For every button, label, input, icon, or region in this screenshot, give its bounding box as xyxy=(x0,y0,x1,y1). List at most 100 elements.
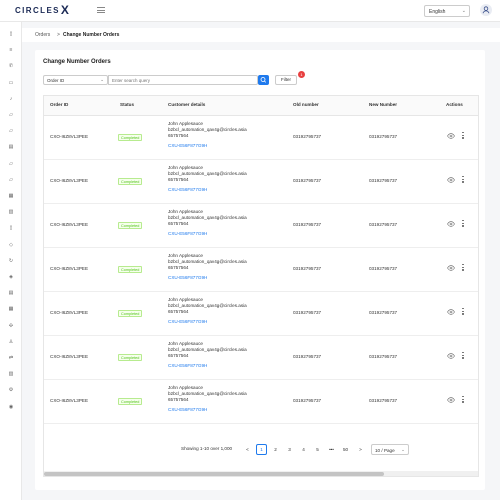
table-row: CXO-I6Z8VL3PEE Completed John Applesauce b2… xyxy=(44,248,478,292)
more-vertical-icon[interactable] xyxy=(461,176,465,184)
stack-icon[interactable]: ◈ xyxy=(8,274,14,280)
more-vertical-icon[interactable] xyxy=(461,220,465,228)
folder-icon[interactable]: ▱ xyxy=(8,161,14,167)
eye-icon[interactable] xyxy=(447,265,455,271)
refresh-icon[interactable]: ↻ xyxy=(8,258,14,264)
new-number: 03192795737 xyxy=(369,354,398,359)
pagination-ellipsis[interactable]: ••• xyxy=(326,444,337,455)
page-4-button[interactable]: 4 xyxy=(298,444,309,455)
customer-phone: 65757564 xyxy=(168,177,189,183)
customer-id-link[interactable]: CXU-E56F877G9H xyxy=(168,231,247,237)
chevron-down-icon: ⌄ xyxy=(401,447,405,452)
eye-icon[interactable] xyxy=(447,353,455,359)
settings-icon[interactable]: ◉ xyxy=(8,404,14,410)
more-vertical-icon[interactable] xyxy=(461,352,465,360)
table-header: Order ID Status Customer details Old num… xyxy=(44,96,478,116)
folder-icon[interactable]: ▱ xyxy=(8,112,14,118)
customer-phone: 65757564 xyxy=(168,397,189,403)
file-icon[interactable]: ▯ xyxy=(8,225,14,231)
puzzle-icon[interactable]: ✣ xyxy=(8,323,14,329)
breadcrumb-current: Change Number Orders xyxy=(63,32,120,38)
eye-icon[interactable] xyxy=(447,397,455,403)
customer-phone: 65757564 xyxy=(168,265,189,271)
eye-icon[interactable] xyxy=(447,309,455,315)
search-field-select[interactable]: Order ID ⌄ xyxy=(43,75,108,85)
customer-id-link[interactable]: CXU-E56F877G9H xyxy=(168,275,247,281)
eye-icon[interactable] xyxy=(447,221,455,227)
more-vertical-icon[interactable] xyxy=(461,264,465,272)
card-icon[interactable]: ▭ xyxy=(8,80,14,86)
table-row: CXO-I6Z8VL3PEE Completed John Applesauce b2… xyxy=(44,116,478,160)
customer-phone: 65757564 xyxy=(168,133,189,139)
notes-icon[interactable]: ▤ xyxy=(8,290,14,296)
order-id: CXO-I6Z8VL3PEE xyxy=(50,310,89,315)
bell-icon[interactable]: ♪ xyxy=(8,96,14,102)
hamburger-icon[interactable] xyxy=(97,7,105,13)
customer-id-link[interactable]: CXU-E56F877G9H xyxy=(168,363,247,369)
new-number: 03192795737 xyxy=(369,178,398,183)
search-input[interactable] xyxy=(108,75,258,85)
tag-icon[interactable]: ◇ xyxy=(8,242,14,248)
old-number: 03192795737 xyxy=(293,134,322,139)
feed-icon[interactable]: ≡ xyxy=(8,47,14,53)
page-5-button[interactable]: 5 xyxy=(312,444,323,455)
next-page-button[interactable]: > xyxy=(355,444,366,455)
customer-details: John Applesauce b2bcl_automation_qav4g@ci… xyxy=(168,341,247,369)
customer-id-link[interactable]: CXU-E56F877G9H xyxy=(168,187,247,193)
breadcrumb-separator: > xyxy=(57,32,60,38)
page-2-button[interactable]: 2 xyxy=(270,444,281,455)
eye-icon[interactable] xyxy=(447,177,455,183)
merge-icon[interactable]: ⇄ xyxy=(8,355,14,361)
old-number: 03192795737 xyxy=(293,178,322,183)
user-add-icon[interactable]: ♙ xyxy=(8,339,14,345)
order-id: CXO-I6Z8VL3PEE xyxy=(50,178,89,183)
eye-icon[interactable] xyxy=(447,133,455,139)
old-number: 03192795737 xyxy=(293,222,322,227)
search-icon xyxy=(260,77,267,83)
gear-icon[interactable]: ⚙ xyxy=(8,387,14,393)
folder-icon[interactable]: ▱ xyxy=(8,128,14,134)
page-3-button[interactable]: 3 xyxy=(284,444,295,455)
building-icon[interactable]: ▥ xyxy=(8,209,14,215)
scrollbar-thumb[interactable] xyxy=(44,472,384,476)
report-icon[interactable]: ▦ xyxy=(8,306,14,312)
language-select[interactable]: English ⌄ xyxy=(424,5,470,17)
language-value: English xyxy=(429,9,446,15)
page-50-button[interactable]: 50 xyxy=(340,444,351,455)
search-button[interactable] xyxy=(258,75,269,85)
chevron-down-icon: ⌄ xyxy=(461,8,466,14)
logo-mark: X xyxy=(60,3,71,17)
user-icon[interactable] xyxy=(480,4,492,16)
page-1-button[interactable]: 1 xyxy=(256,444,267,455)
table-row: CXO-I6Z8VL3PEE Completed John Applesauce b2… xyxy=(44,204,478,248)
circles-logo[interactable]: CIRCLES X xyxy=(15,3,71,17)
customer-id-link[interactable]: CXU-E56F877G9H xyxy=(168,143,247,149)
column-header-customer: Customer details xyxy=(168,102,206,107)
document-icon[interactable]: ▯ xyxy=(8,31,14,37)
more-vertical-icon[interactable] xyxy=(461,396,465,404)
page-size-select[interactable]: 10 / Page ⌄ xyxy=(371,444,409,455)
order-id: CXO-I6Z8VL3PEE xyxy=(50,398,89,403)
breadcrumb-orders[interactable]: Orders xyxy=(35,32,50,38)
more-vertical-icon[interactable] xyxy=(461,132,465,140)
filter-button[interactable]: Filter xyxy=(275,75,297,85)
order-id: CXO-I6Z8VL3PEE xyxy=(50,134,89,139)
column-header-status: Status xyxy=(120,102,135,107)
order-id: CXO-I6Z8VL3PEE xyxy=(50,222,89,227)
status-badge: Completed xyxy=(118,134,143,141)
pagination-summary: Showing 1-10 over 1,000 xyxy=(181,446,233,451)
chart-icon[interactable]: ▥ xyxy=(8,371,14,377)
horizontal-scrollbar[interactable] xyxy=(44,471,478,476)
inbox-icon[interactable]: ▤ xyxy=(8,144,14,150)
folder-icon[interactable]: ▱ xyxy=(8,177,14,183)
prev-page-button[interactable]: < xyxy=(242,444,253,455)
status-badge: Completed xyxy=(118,310,143,317)
customer-id-link[interactable]: CXU-E56F877G9H xyxy=(168,319,247,325)
phone-icon[interactable]: ✆ xyxy=(8,63,14,69)
more-vertical-icon[interactable] xyxy=(461,308,465,316)
top-bar: CIRCLES X English ⌄ xyxy=(0,0,500,22)
customer-id-link[interactable]: CXU-E56F877G9H xyxy=(168,407,247,413)
breadcrumb: Orders > Change Number Orders xyxy=(22,28,500,42)
customer-details: John Applesauce b2bcl_automation_qav4g@ci… xyxy=(168,385,247,413)
box-icon[interactable]: ▦ xyxy=(8,193,14,199)
